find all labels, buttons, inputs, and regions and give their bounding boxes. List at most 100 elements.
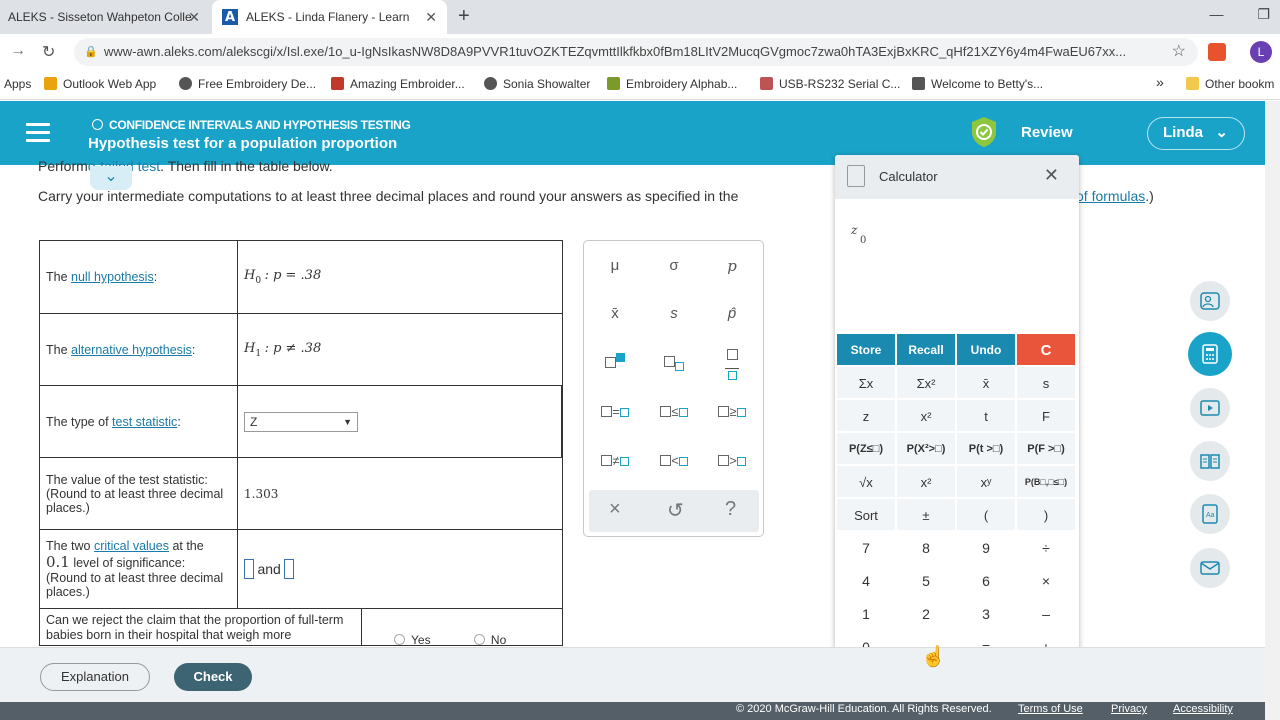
digit-2-key[interactable]: 2	[896, 597, 956, 630]
new-tab-icon[interactable]: +	[458, 5, 470, 28]
message-tool-button[interactable]	[1190, 548, 1230, 588]
power-key[interactable]: xʸ	[956, 465, 1016, 498]
s-key[interactable]: s	[649, 305, 699, 322]
dictionary-tool-button[interactable]: Aa	[1190, 494, 1230, 534]
superscript-key[interactable]	[590, 353, 640, 371]
review-button[interactable]: Review	[1021, 124, 1073, 141]
bookmark-item[interactable]: Embroidery Alphab...	[607, 77, 737, 91]
browser-tab-1[interactable]: ALEKS - Sisseton Wahpeton Colle ✕	[0, 0, 210, 34]
reload-icon[interactable]: ↻	[42, 42, 55, 62]
open-paren-key[interactable]: (	[956, 498, 1016, 531]
bookmark-apps[interactable]: Apps	[4, 77, 31, 91]
digit-5-key[interactable]: 5	[896, 564, 956, 597]
undo-key[interactable]: Undo	[956, 333, 1016, 366]
binomial-prob-key[interactable]: P(B□,□≤□)	[1016, 465, 1076, 498]
square-key[interactable]: x²	[896, 465, 956, 498]
critical-value-2-input[interactable]	[284, 559, 295, 579]
critical-values-link[interactable]: critical values	[94, 539, 169, 553]
fraction-key[interactable]	[707, 349, 757, 380]
mean-key[interactable]: x̄	[956, 366, 1016, 399]
chi-square-key[interactable]: x²	[896, 399, 956, 432]
clear-key[interactable]: C	[1016, 333, 1076, 366]
bookmark-item[interactable]: Welcome to Betty's...	[912, 77, 1043, 91]
divide-key[interactable]: ÷	[1016, 531, 1076, 564]
collapse-toggle-button[interactable]: ⌄	[90, 166, 132, 190]
terms-link[interactable]: Terms of Use	[1018, 703, 1083, 715]
calculator-header[interactable]: Calculator ✕	[835, 155, 1079, 199]
bookmark-item[interactable]: Free Embroidery De...	[179, 77, 316, 91]
less-equal-key[interactable]: ≤	[649, 404, 699, 419]
close-paren-key[interactable]: )	[1016, 498, 1076, 531]
multiply-key[interactable]: ×	[1016, 564, 1076, 597]
p-hat-key[interactable]: p̂	[707, 305, 757, 322]
equals-key[interactable]: =	[590, 404, 640, 419]
extension-icon[interactable]	[1208, 43, 1226, 61]
calculator-display[interactable]: z0	[851, 223, 866, 246]
calculator-tool-button[interactable]	[1188, 332, 1232, 376]
privacy-link[interactable]: Privacy	[1111, 703, 1147, 715]
f-score-key[interactable]: F	[1016, 399, 1076, 432]
textbook-tool-button[interactable]	[1190, 441, 1230, 481]
not-equal-key[interactable]: ≠	[590, 453, 640, 468]
null-hypothesis-link[interactable]: null hypothesis	[71, 270, 154, 284]
plus-minus-key[interactable]: ±	[896, 498, 956, 531]
test-statistic-link[interactable]: test statistic	[112, 415, 177, 429]
mu-key[interactable]: μ	[590, 257, 640, 274]
sqrt-key[interactable]: √x	[836, 465, 896, 498]
url-field[interactable]: 🔒 www-awn.aleks.com/alekscgi/x/Isl.exe/1…	[74, 38, 1198, 66]
user-menu-button[interactable]: Linda ⌄	[1147, 117, 1245, 150]
formulas-link[interactable]: of formulas	[1076, 188, 1145, 204]
sum-x-key[interactable]: Σx	[836, 366, 896, 399]
tutor-tool-button[interactable]	[1190, 281, 1230, 321]
yes-radio[interactable]	[394, 634, 405, 645]
prob-z-key[interactable]: P(Z≤□)	[836, 432, 896, 465]
less-than-key[interactable]: <	[649, 453, 699, 468]
close-icon[interactable]: ✕	[1044, 165, 1059, 186]
undo-icon[interactable]: ↺	[667, 498, 684, 523]
close-tab-icon[interactable]: ✕	[425, 9, 437, 26]
greater-equal-key[interactable]: ≥	[707, 404, 757, 419]
test-statistic-value-answer[interactable]: 1.303	[237, 457, 563, 530]
sum-x-squared-key[interactable]: Σx²	[896, 366, 956, 399]
restore-icon[interactable]: ❐	[1257, 6, 1270, 22]
digit-1-key[interactable]: 1	[836, 597, 896, 630]
bookmark-item[interactable]: Amazing Embroider...	[331, 77, 465, 91]
accessibility-link[interactable]: Accessibility	[1173, 703, 1233, 715]
test-statistic-select[interactable]: Z ▼	[244, 411, 358, 432]
bookmark-item[interactable]: USB-RS232 Serial C...	[760, 77, 900, 91]
digit-8-key[interactable]: 8	[896, 531, 956, 564]
review-shield-icon[interactable]	[970, 116, 998, 148]
digit-3-key[interactable]: 3	[956, 597, 1016, 630]
back-arrow-icon[interactable]: →	[10, 42, 26, 60]
explanation-button[interactable]: Explanation	[40, 663, 150, 691]
minimize-icon[interactable]: —	[1210, 6, 1224, 22]
prob-f-key[interactable]: P(F >□)	[1016, 432, 1076, 465]
alternative-hypothesis-link[interactable]: alternative hypothesis	[71, 343, 192, 357]
profile-avatar[interactable]: L	[1250, 41, 1272, 63]
close-tab-icon[interactable]: ✕	[188, 9, 200, 26]
null-hypothesis-answer[interactable]: H0 : p = .38	[237, 240, 563, 314]
digit-4-key[interactable]: 4	[836, 564, 896, 597]
t-score-key[interactable]: t	[956, 399, 1016, 432]
no-radio[interactable]	[473, 634, 485, 645]
store-key[interactable]: Store	[836, 333, 896, 366]
minus-key[interactable]: –	[1016, 597, 1076, 630]
digit-7-key[interactable]: 7	[836, 531, 896, 564]
std-dev-key[interactable]: s	[1016, 366, 1076, 399]
prob-t-key[interactable]: P(t >□)	[956, 432, 1016, 465]
sigma-key[interactable]: σ	[649, 257, 699, 274]
digit-9-key[interactable]: 9	[956, 531, 1016, 564]
bookmark-star-icon[interactable]: ☆	[1172, 38, 1186, 66]
bookmark-item[interactable]: Outlook Web App	[44, 77, 156, 91]
z-score-key[interactable]: z	[836, 399, 896, 432]
subscript-key[interactable]	[649, 353, 699, 371]
clear-x-icon[interactable]: ×	[609, 498, 621, 521]
browser-tab-2[interactable]: A ALEKS - Linda Flanery - Learn ✕	[212, 0, 447, 34]
greater-than-key[interactable]: >	[707, 453, 757, 468]
digit-6-key[interactable]: 6	[956, 564, 1016, 597]
bookmark-folder[interactable]: Other bookm	[1186, 77, 1274, 91]
alternative-hypothesis-answer[interactable]: H1 : p ≠ .38	[237, 313, 563, 386]
page-scrollbar[interactable]	[1265, 101, 1280, 720]
prob-chi-key[interactable]: P(X²>□)	[896, 432, 956, 465]
more-bookmarks-icon[interactable]: »	[1156, 74, 1164, 90]
